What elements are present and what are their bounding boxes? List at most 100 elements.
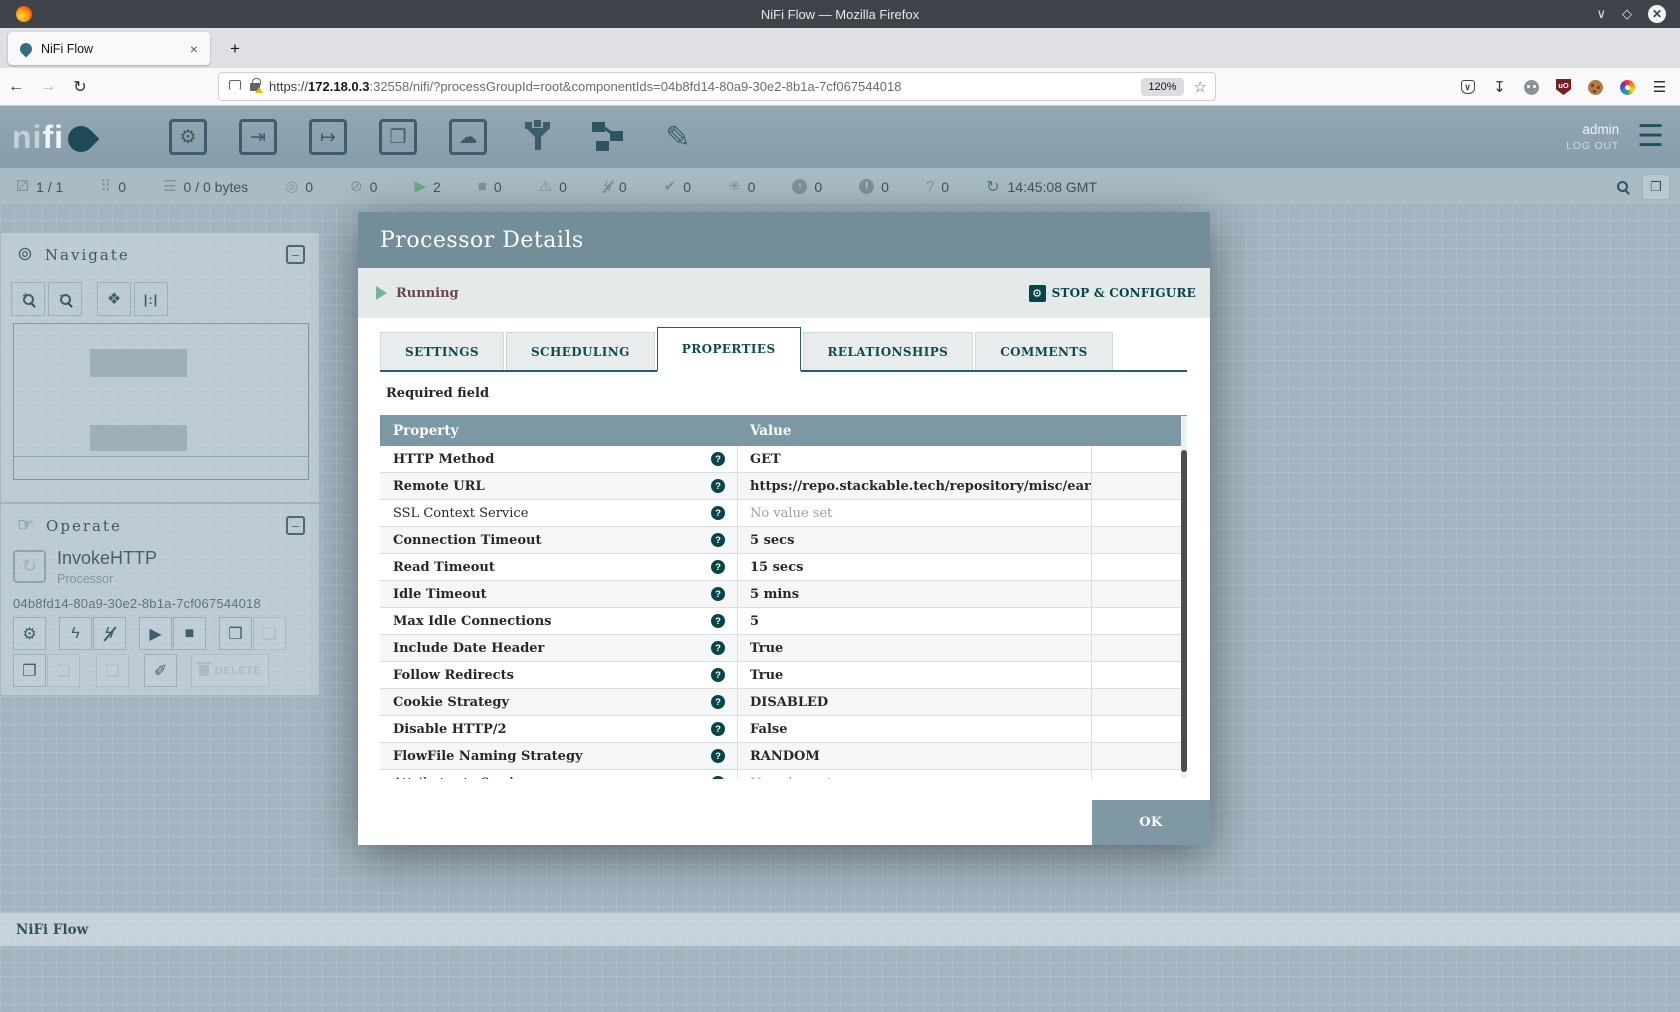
actual-size-button[interactable]: |:|	[134, 282, 168, 316]
output-port-icon[interactable]: ↦	[306, 116, 350, 158]
help-icon[interactable]: ?	[711, 533, 725, 547]
copy-button[interactable]: ❐	[13, 654, 46, 687]
help-icon[interactable]: ?	[711, 668, 725, 682]
create-template-button[interactable]: ❒	[219, 617, 252, 650]
panel-toggle-button[interactable]: ❐	[1642, 174, 1670, 200]
extension-ublock-icon[interactable]: uO	[1555, 79, 1572, 96]
property-name: Remote URL	[393, 479, 485, 494]
extension-cookie-icon[interactable]	[1587, 79, 1604, 96]
zoom-out-button[interactable]: −	[48, 282, 82, 316]
paste-button[interactable]: ❏	[47, 654, 80, 687]
property-row-disable-http-2[interactable]: Disable HTTP/2?False	[380, 716, 1187, 743]
birdseye-minimap[interactable]	[13, 323, 309, 480]
logout-link[interactable]: LOG OUT	[1566, 140, 1619, 152]
app-menu-icon[interactable]: ☰	[1651, 79, 1668, 96]
start-play-button[interactable]: ▶	[139, 617, 172, 650]
delete-trash-button[interactable]: DELETE	[191, 654, 269, 687]
property-row-remote-url[interactable]: Remote URL?https://repo.stackable.tech/r…	[380, 473, 1187, 500]
help-icon[interactable]: ?	[711, 506, 725, 520]
table-scrollbar-thumb[interactable]	[1181, 450, 1187, 772]
tab-relationships[interactable]: RELATIONSHIPS	[803, 332, 974, 370]
tab-scheduling[interactable]: SCHEDULING	[506, 332, 655, 370]
property-row-connection-timeout[interactable]: Connection Timeout?5 secs	[380, 527, 1187, 554]
tab-comments[interactable]: COMMENTS	[975, 332, 1112, 370]
property-row-read-timeout[interactable]: Read Timeout?15 secs	[380, 554, 1187, 581]
browser-tab-nifi-flow[interactable]: NiFi Flow ×	[8, 32, 210, 65]
configure-gear-button[interactable]: ⚙	[13, 617, 46, 650]
forward-icon[interactable]: →	[32, 78, 64, 96]
nifi-logo: nifi	[12, 120, 132, 154]
help-icon[interactable]: ?	[711, 695, 725, 709]
help-icon[interactable]: ?	[711, 722, 725, 736]
window-minimize-icon[interactable]: ∨	[1596, 5, 1606, 23]
bookmark-star-icon[interactable]: ☆	[1194, 78, 1207, 96]
status-cluster: ⚂1 / 1	[16, 179, 63, 195]
tab-close-icon[interactable]: ×	[186, 41, 202, 57]
processor-icon[interactable]: ⚙	[166, 116, 210, 158]
refresh-icon[interactable]: ↻	[986, 177, 999, 197]
extension-colorful-icon[interactable]	[1619, 79, 1636, 96]
property-value: 5	[750, 614, 759, 629]
process-group-icon[interactable]: ❒	[376, 116, 420, 158]
property-row-ssl-context-service[interactable]: SSL Context Service?No value set	[380, 500, 1187, 527]
properties-table-header: Property Value	[380, 415, 1187, 446]
help-icon[interactable]: ?	[711, 452, 725, 466]
label-icon[interactable]: ✎	[656, 116, 700, 158]
property-row-http-method[interactable]: HTTP Method?GET	[380, 446, 1187, 473]
enable-lightning-button[interactable]: ϟ	[59, 617, 92, 650]
zoom-level-badge[interactable]: 120%	[1141, 78, 1183, 96]
pocket-icon[interactable]: ∨	[1459, 79, 1476, 96]
upload-template-button[interactable]: ❏	[253, 617, 286, 650]
stop-square-button[interactable]: ■	[173, 617, 206, 650]
tab-properties[interactable]: PROPERTIES	[657, 327, 801, 372]
tracking-shield-icon[interactable]	[229, 80, 241, 94]
ok-button[interactable]: OK	[1092, 800, 1210, 845]
remote-process-group-icon[interactable]: ☁	[446, 116, 490, 158]
search-icon[interactable]	[1617, 181, 1628, 192]
new-tab-button[interactable]: +	[222, 36, 248, 62]
disable-lightning-slash-button[interactable]: ϟ	[93, 617, 126, 650]
fit-button[interactable]: ❖	[97, 282, 131, 316]
help-icon[interactable]: ?	[711, 587, 725, 601]
reload-icon[interactable]: ↻	[64, 77, 96, 97]
property-row-attributes-to-send[interactable]: Attributes to Send?No value set	[380, 770, 1187, 779]
help-icon[interactable]: ?	[711, 749, 725, 763]
funnel-icon[interactable]	[516, 116, 560, 158]
lock-warning-icon[interactable]	[250, 83, 260, 91]
url-bar[interactable]: https://172.18.0.3:32558/nifi/?processGr…	[218, 72, 1216, 101]
template-icon[interactable]	[586, 116, 630, 158]
zoom-in-button[interactable]: +	[11, 282, 45, 316]
help-icon[interactable]: ?	[711, 641, 725, 655]
property-value: No value set	[750, 776, 832, 780]
color-brush-button[interactable]: ✐	[144, 654, 177, 687]
window-restore-icon[interactable]: ◇	[1622, 5, 1632, 23]
tab-settings[interactable]: SETTINGS	[380, 332, 504, 370]
stop-and-configure-button[interactable]: ⚙ STOP & CONFIGURE	[1029, 285, 1196, 302]
downloads-icon[interactable]: ↧	[1491, 79, 1508, 96]
help-icon[interactable]: ?	[711, 614, 725, 628]
window-close-icon[interactable]: ✕	[1648, 5, 1666, 23]
selected-component-type: Processor	[57, 572, 113, 586]
property-value: GET	[750, 452, 781, 467]
group-button[interactable]: ❑	[96, 654, 129, 687]
selected-component-name: InvokeHTTP	[57, 548, 157, 569]
property-row-max-idle-connections[interactable]: Max Idle Connections?5	[380, 608, 1187, 635]
input-port-icon[interactable]: ⇥	[236, 116, 280, 158]
status-value: 0	[941, 179, 949, 195]
property-row-idle-timeout[interactable]: Idle Timeout?5 mins	[380, 581, 1187, 608]
status-locally-modified-stale: !0	[859, 179, 889, 195]
url-text: https://172.18.0.3:32558/nifi/?processGr…	[269, 79, 901, 94]
back-icon[interactable]: ←	[0, 78, 32, 96]
help-icon[interactable]: ?	[711, 479, 725, 493]
breadcrumb[interactable]: NiFi Flow	[16, 922, 88, 938]
property-row-cookie-strategy[interactable]: Cookie Strategy?DISABLED	[380, 689, 1187, 716]
help-icon[interactable]: ?	[711, 560, 725, 574]
property-row-follow-redirects[interactable]: Follow Redirects?True	[380, 662, 1187, 689]
property-row-include-date-header[interactable]: Include Date Header?True	[380, 635, 1187, 662]
navigate-collapse-button[interactable]: –	[286, 245, 305, 264]
global-menu-icon[interactable]: ☰	[1637, 122, 1664, 152]
property-row-flowfile-naming-strategy[interactable]: FlowFile Naming Strategy?RANDOM	[380, 743, 1187, 770]
help-icon[interactable]: ?	[711, 776, 725, 779]
operate-collapse-button[interactable]: –	[286, 516, 305, 535]
extension-mask-icon[interactable]	[1523, 79, 1540, 96]
